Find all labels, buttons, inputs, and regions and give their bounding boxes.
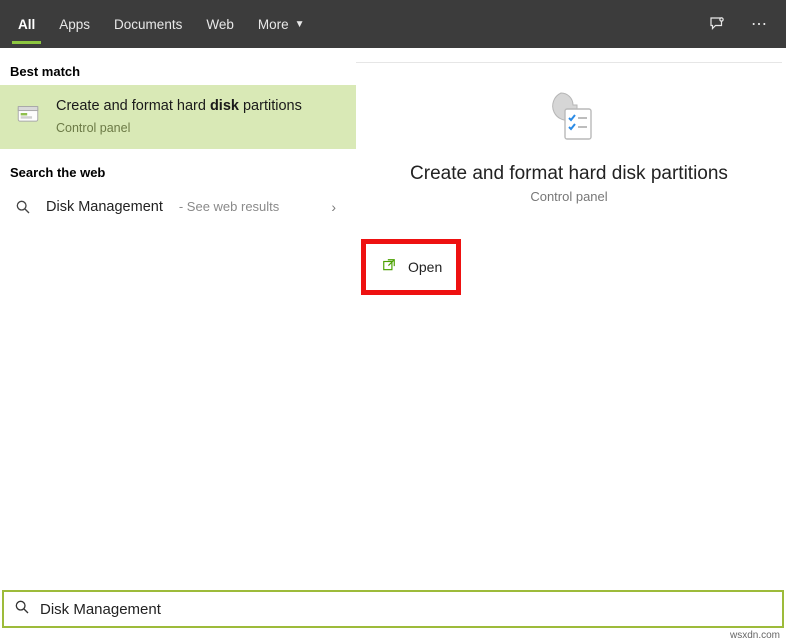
text: Create and format hard [56, 98, 210, 114]
tab-label: All [18, 17, 35, 32]
best-match-text: Create and format hard disk partitions C… [56, 97, 302, 135]
text: partitions [239, 98, 302, 114]
open-button[interactable]: Open [364, 242, 458, 292]
tab-more[interactable]: More ▼ [246, 0, 317, 48]
section-search-web: Search the web [0, 149, 356, 186]
best-match-item[interactable]: Create and format hard disk partitions C… [0, 85, 356, 149]
web-result-label: Disk Management [46, 199, 163, 215]
chevron-down-icon: ▼ [295, 19, 305, 30]
results-pane: Best match Create and format hard disk p… [0, 48, 356, 588]
details-pane: Create and format hard disk partitions C… [356, 62, 782, 588]
tab-web[interactable]: Web [194, 0, 246, 48]
text-bold: disk [210, 98, 239, 114]
best-match-title: Create and format hard disk partitions [56, 97, 302, 117]
feedback-icon[interactable] [696, 0, 738, 48]
tab-all[interactable]: All [6, 0, 47, 48]
disk-partition-icon [14, 99, 42, 127]
tab-documents[interactable]: Documents [102, 0, 194, 48]
web-result-item[interactable]: Disk Management - See web results › [0, 186, 356, 228]
details-actions: Open [356, 242, 782, 292]
app-large-icon [537, 85, 601, 149]
section-best-match: Best match [0, 48, 356, 85]
search-input[interactable] [40, 601, 772, 618]
web-result-hint: - See web results [179, 199, 279, 214]
open-label: Open [408, 259, 442, 275]
tab-apps[interactable]: Apps [47, 0, 102, 48]
watermark: wsxdn.com [730, 630, 780, 641]
filter-tabbar: All Apps Documents Web More ▼ ⋯ [0, 0, 786, 48]
best-match-subtitle: Control panel [56, 121, 302, 135]
search-icon [14, 599, 30, 620]
tab-label: More [258, 17, 289, 32]
chevron-right-icon[interactable]: › [331, 199, 336, 215]
content-area: Best match Create and format hard disk p… [0, 48, 786, 588]
details-title: Create and format hard disk partitions [356, 163, 782, 185]
search-bar[interactable] [2, 590, 784, 628]
tab-label: Web [206, 17, 234, 32]
more-options-icon[interactable]: ⋯ [738, 0, 780, 48]
tab-label: Documents [114, 17, 182, 32]
tab-label: Apps [59, 17, 90, 32]
search-icon [14, 198, 32, 216]
details-subtitle: Control panel [356, 189, 782, 204]
open-icon [382, 258, 396, 276]
